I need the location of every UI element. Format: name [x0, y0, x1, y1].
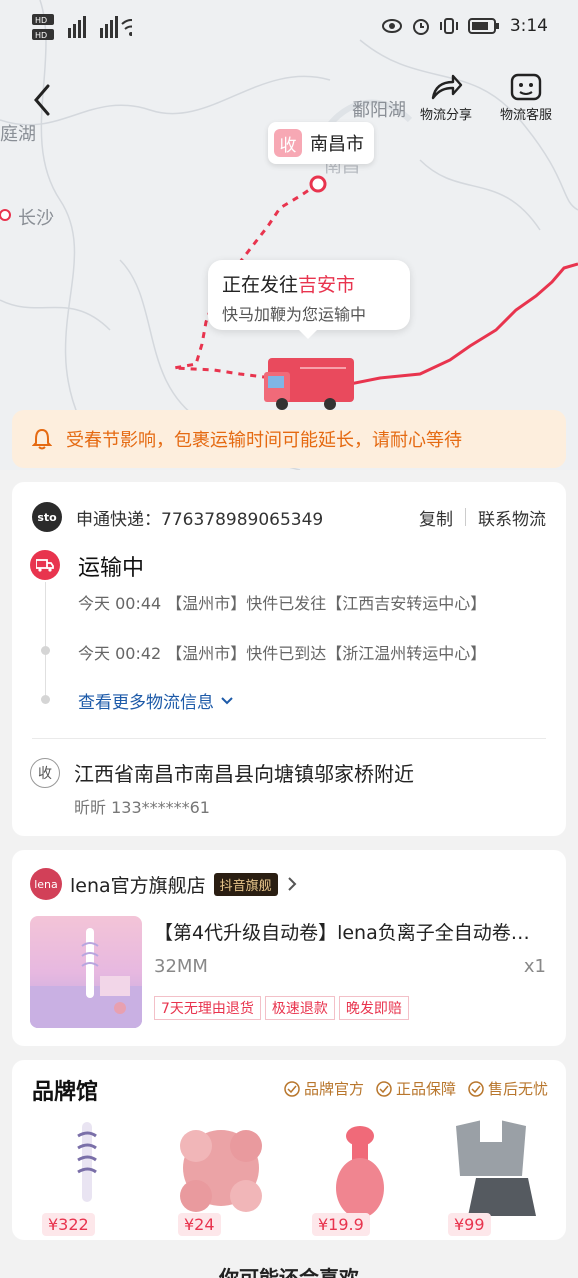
map-label-changsha: 长沙 — [18, 208, 54, 229]
timeline-line — [45, 582, 46, 700]
reaction-ball-image — [180, 1130, 262, 1212]
battery-icon — [467, 18, 499, 34]
vibrate-icon — [439, 18, 458, 34]
map-label-lake: 鄱阳湖 — [352, 100, 406, 121]
map-label-lake-left: 庭湖 — [0, 124, 36, 145]
clock-time: 3:14 — [509, 16, 548, 36]
changsha-marker — [0, 209, 11, 221]
product-tags: 7天无理由退货 极速退款 晚发即赔 — [154, 996, 409, 1020]
feature-label: 品牌官方 — [303, 1080, 364, 1098]
bubble-prefix: 正在发往 — [222, 274, 299, 296]
more-logistics-link[interactable]: 查看更多物流信息 — [78, 688, 234, 713]
truck-status-icon — [30, 550, 60, 580]
destination-marker — [309, 175, 327, 193]
product-quantity: x1 — [523, 956, 546, 977]
notice-text: 受春节影响，包裹运输时间可能延长，请耐心等待 — [66, 430, 462, 451]
brand-item-price: ¥99 — [448, 1213, 491, 1236]
brand-item[interactable]: ¥322 — [30, 1116, 140, 1236]
timeline-entry: 今天 00:44 【温州市】快件已发往【江西吉安转运中心】 — [78, 594, 487, 613]
tag: 7天无理由退货 — [154, 996, 261, 1020]
bubble-headline: 正在发往吉安市 — [222, 270, 396, 297]
signal-icon: HD HD — [32, 14, 132, 40]
receiver-name-phone: 昕昕 133******61 — [74, 798, 210, 817]
check-circle-icon — [376, 1080, 392, 1097]
feature-label: 售后无忧 — [487, 1080, 548, 1098]
chevron-left-icon — [34, 84, 50, 116]
delay-notice: 受春节影响，包裹运输时间可能延长，请耐心等待 — [12, 410, 566, 468]
bubble-city: 吉安市 — [298, 274, 356, 296]
brand-item[interactable]: ¥99 — [436, 1116, 546, 1236]
map-background — [0, 0, 578, 470]
share-label: 物流分享 — [419, 108, 472, 123]
logistics-service-button[interactable]: 物流客服 — [494, 72, 558, 123]
chevron-right-icon — [287, 877, 297, 891]
tag: 晚发即赔 — [338, 996, 409, 1020]
order-card: lena lena官方旗舰店 抖音旗舰 【第4代升级自动卷】lena负离子全自动… — [12, 850, 566, 1046]
truck-icon — [264, 358, 354, 410]
receiver-address: 江西省南昌市南昌县向塘镇邬家桥附近 — [74, 762, 414, 786]
destination-city: 南昌市 — [310, 134, 364, 155]
share-icon — [431, 74, 463, 100]
section-divider — [32, 738, 546, 739]
receiver-icon: 收 — [30, 758, 60, 788]
status-bar: HD HD 3:14 — [0, 0, 578, 56]
brand-item-price: ¥322 — [42, 1213, 95, 1236]
curling-iron-image — [77, 1122, 97, 1202]
destination-tag: 收 南昌市 — [268, 122, 374, 164]
brand-features: 品牌官方 正品保障 售后无忧 — [284, 1078, 548, 1099]
bubble-subtext: 快马加鞭为您运输中 — [222, 305, 367, 324]
brand-feature: 售后无忧 — [468, 1078, 548, 1099]
feature-label: 正品保障 — [395, 1080, 456, 1098]
massager-image — [336, 1126, 384, 1218]
brand-hall-title: 品牌馆 — [32, 1080, 99, 1105]
shop-name: lena官方旗舰店 — [70, 874, 206, 897]
product-title[interactable]: 【第4代升级自动卷】lena负离子全自动卷发棒 — [154, 918, 546, 945]
customer-service-icon — [510, 73, 542, 101]
contact-logistics-button[interactable]: 联系物流 — [478, 505, 546, 530]
check-circle-icon — [284, 1080, 300, 1097]
service-label: 物流客服 — [499, 108, 552, 123]
transit-bubble: 正在发往吉安市 快马加鞭为您运输中 — [208, 260, 410, 339]
tracking-number: 申通快递：776378989065349 — [76, 509, 324, 530]
svg-text:HD: HD — [35, 16, 47, 25]
eye-icon — [381, 19, 402, 33]
network-indicators: HD HD — [32, 12, 132, 42]
logistics-map[interactable]: HD HD 3:14 物流分享 物流客服 鄱阳湖 庭湖 长沙 南昌 收 南昌市 … — [0, 0, 578, 470]
status-right: 3:14 — [381, 16, 548, 36]
bell-icon — [32, 428, 52, 450]
brand-item[interactable]: ¥19.9 — [300, 1116, 410, 1236]
brand-item-price: ¥24 — [178, 1213, 221, 1236]
brand-item[interactable]: ¥24 — [166, 1116, 276, 1236]
copy-button[interactable]: 复制 — [419, 505, 453, 530]
svg-text:HD: HD — [35, 31, 47, 40]
tag: 极速退款 — [264, 996, 335, 1020]
product-spec: 32MM — [154, 956, 208, 977]
timeline-dot — [41, 646, 50, 655]
alarm-icon — [412, 19, 429, 35]
receive-badge: 收 — [274, 129, 302, 157]
shipment-status: 运输中 — [78, 556, 145, 581]
brand-feature: 品牌官方 — [284, 1078, 364, 1099]
clothing-image — [456, 1120, 536, 1216]
brand-feature: 正品保障 — [376, 1078, 456, 1099]
shop-logo: lena — [30, 868, 62, 900]
product-image[interactable] — [30, 916, 142, 1028]
recommendation-heading: 你可能还会喜欢 — [219, 1266, 359, 1278]
brand-hall-card: 品牌馆 品牌官方 正品保障 售后无忧 ¥322 ¥24 ¥19.9 ¥99 — [12, 1060, 566, 1240]
logistics-share-button[interactable]: 物流分享 — [414, 72, 478, 123]
chevron-down-icon — [221, 696, 233, 704]
shop-link[interactable]: lena lena官方旗舰店 抖音旗舰 — [30, 868, 298, 900]
brand-item-price: ¥19.9 — [312, 1213, 370, 1236]
divider — [465, 508, 466, 526]
tracking-card: sto 申通快递：776378989065349 复制 联系物流 运输中 今天 … — [12, 482, 566, 836]
timeline-dot — [41, 695, 50, 704]
shop-badge: 抖音旗舰 — [213, 872, 278, 896]
carrier-row: sto 申通快递：776378989065349 复制 联系物流 — [32, 502, 546, 532]
more-logistics-label: 查看更多物流信息 — [78, 693, 214, 713]
back-button[interactable] — [28, 82, 58, 118]
timeline-entry: 今天 00:42 【温州市】快件已到达【浙江温州转运中心】 — [78, 644, 487, 663]
check-circle-icon — [468, 1080, 484, 1097]
sto-logo: sto — [32, 502, 62, 532]
